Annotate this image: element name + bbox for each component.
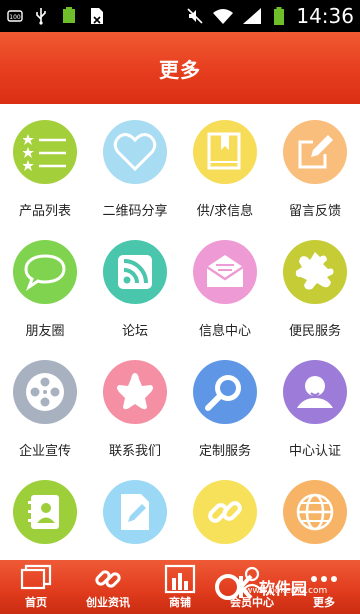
grid-item-moments[interactable]: 朋友圈 (0, 224, 90, 344)
grid-item-label: 联系我们 (108, 444, 161, 459)
svg-text:100: 100 (9, 14, 21, 21)
mute-icon (186, 7, 204, 25)
grid-item-custom-service[interactable]: 定制服务 (180, 344, 270, 464)
feature-grid: 产品列表 二维码分享 供/求信息 留言反馈 朋友圈 论坛 信息中心 便民服务 企… (0, 104, 360, 560)
grid-item-contact-us[interactable]: 联系我们 (90, 344, 180, 464)
battery-icon (270, 7, 288, 25)
user-icon (297, 376, 333, 408)
grid-item-feedback[interactable]: 留言反馈 (270, 104, 360, 224)
watermark: 软件园 www.pokemu.com (205, 560, 360, 614)
usb-icon (32, 7, 50, 25)
chat-bubble-icon (24, 254, 66, 291)
globe-icon (296, 493, 334, 531)
grid-item-qr-share[interactable]: 二维码分享 (90, 104, 180, 224)
sd-card-icon: 100 (6, 7, 24, 25)
chart-icon (164, 564, 196, 594)
grid-item-certification[interactable]: 中心认证 (270, 344, 360, 464)
grid-item-forum[interactable]: 论坛 (90, 224, 180, 344)
heart-icon (113, 133, 157, 172)
link-icon (208, 501, 242, 523)
grid-item-label: 二维码分享 (102, 204, 168, 219)
signal-icon (242, 7, 262, 25)
mail-icon (206, 255, 244, 287)
grid-item-label: 朋友圈 (25, 324, 65, 339)
tab-label: 创业资讯 (86, 596, 130, 609)
star-list-icon (23, 134, 66, 171)
page-header: 更多 (0, 32, 360, 104)
watermark-url: www.pokemu.com (245, 586, 328, 596)
star-badge-icon (117, 373, 153, 410)
doc-edit-icon (121, 494, 149, 530)
grid-item-label: 产品列表 (18, 204, 71, 219)
magnifier-icon (205, 375, 241, 411)
home-icon (20, 564, 52, 590)
contact-book-icon (28, 495, 59, 529)
grid-item-label: 定制服务 (198, 444, 251, 459)
grid-item-product-list[interactable]: 产品列表 (0, 104, 90, 224)
grid-item-message-center[interactable]: 信息中心 (180, 224, 270, 344)
grid-item-label: 中心认证 (288, 444, 341, 459)
page-title: 更多 (159, 57, 201, 82)
status-time: 14:36 (296, 4, 354, 28)
wifi-icon (212, 7, 234, 25)
edit-note-icon (298, 135, 333, 169)
status-bar: 100 14:36 (0, 0, 360, 32)
book-icon (207, 132, 241, 170)
link-icon (95, 570, 121, 588)
film-reel-icon (26, 373, 64, 411)
grid-item-label: 便民服务 (288, 324, 341, 339)
grid-item-label: 论坛 (121, 324, 148, 339)
tab-label: 首页 (25, 596, 47, 609)
tab-home[interactable]: 首页 (0, 560, 72, 614)
grid-item-label: 企业宣传 (18, 444, 71, 459)
grid-item-label: 供/求信息 (196, 204, 254, 219)
grid-item-promotion[interactable]: 企业宣传 (0, 344, 90, 464)
grid-item-label: 留言反馈 (288, 204, 341, 219)
battery-icon (58, 7, 80, 25)
puzzle-icon (295, 252, 334, 290)
tab-news[interactable]: 创业资讯 (72, 560, 144, 614)
grid-item-public-service[interactable]: 便民服务 (270, 224, 360, 344)
grid-item-supply-demand[interactable]: 供/求信息 (180, 104, 270, 224)
document-icon (88, 7, 106, 25)
grid-item-label: 信息中心 (198, 324, 251, 339)
rss-icon (118, 255, 152, 289)
